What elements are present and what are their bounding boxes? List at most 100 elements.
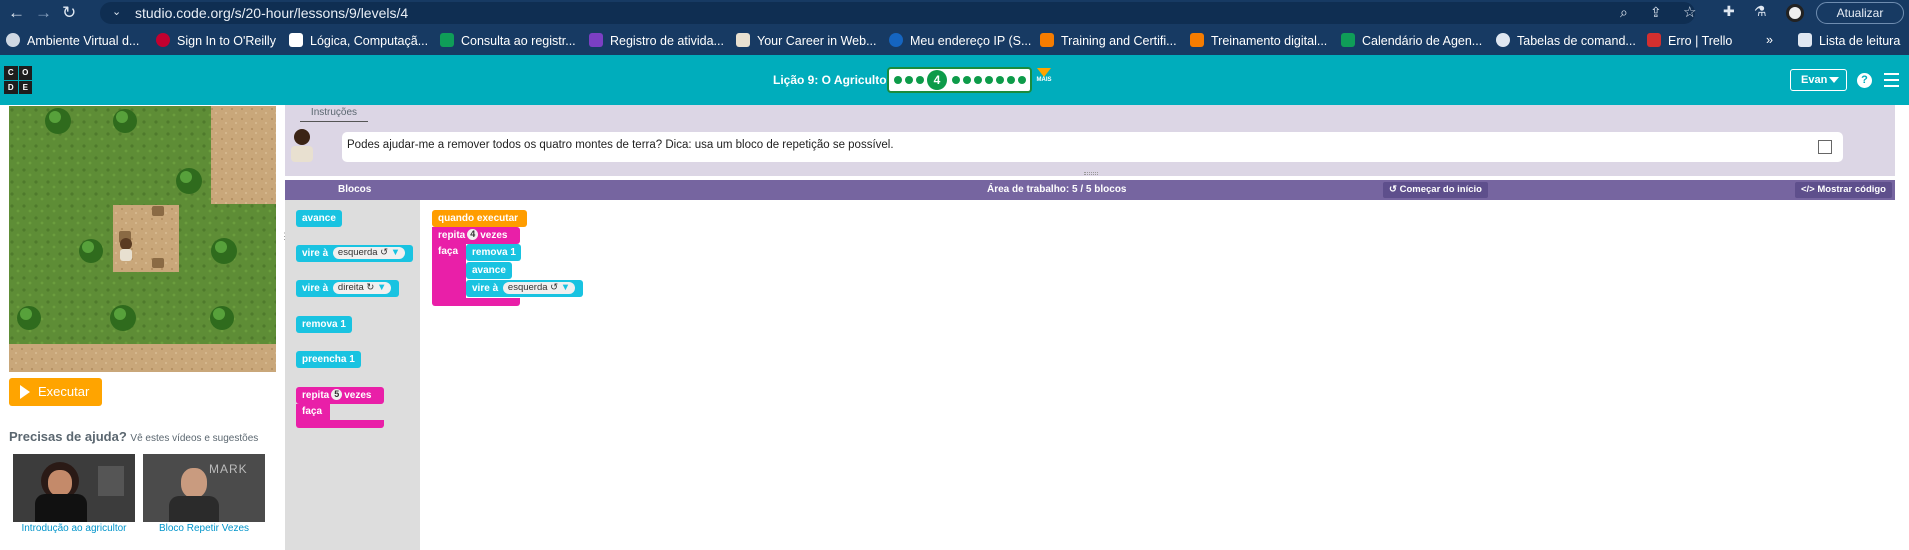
level-dot[interactable] bbox=[985, 76, 993, 84]
dropdown-arrow-icon: ▼ bbox=[560, 282, 571, 293]
level-dot[interactable] bbox=[1018, 76, 1026, 84]
odin-icon bbox=[736, 33, 750, 47]
hamburger-menu-icon[interactable] bbox=[1884, 73, 1899, 91]
bookmark-item[interactable]: Your Career in Web... bbox=[736, 33, 877, 48]
direction-dropdown[interactable]: esquerda ↺ ▼ bbox=[502, 282, 576, 294]
dirt-pile bbox=[152, 206, 164, 216]
run-button[interactable]: Executar bbox=[9, 378, 102, 406]
update-button[interactable]: Atualizar bbox=[1816, 2, 1904, 24]
chevron-down-icon bbox=[1037, 68, 1051, 77]
user-menu-button[interactable]: Evan bbox=[1790, 69, 1847, 91]
code-icon: </> bbox=[1801, 184, 1818, 195]
toolbox-block-fill[interactable]: preencha 1 bbox=[296, 351, 361, 368]
toolbox-block-turn-right[interactable]: vire à direita ↻ ▼ bbox=[296, 280, 400, 297]
code-org-logo[interactable]: C O D E bbox=[4, 66, 32, 94]
farmer-avatar bbox=[289, 127, 315, 163]
video-caption[interactable]: Introdução ao agricultor bbox=[13, 523, 135, 534]
more-levels[interactable]: MAIS bbox=[1035, 68, 1053, 83]
bookmark-item[interactable]: Meu endereço IP (S... bbox=[889, 33, 1031, 48]
bookmarks-overflow[interactable]: » bbox=[1766, 33, 1773, 47]
toolbox-label: Blocos bbox=[338, 184, 372, 195]
sheets-icon bbox=[1341, 33, 1355, 47]
labs-icon[interactable]: ⚗ bbox=[1754, 3, 1767, 20]
video-thumbnail[interactable] bbox=[13, 454, 135, 522]
level-progress: 4 bbox=[887, 67, 1032, 93]
direction-dropdown[interactable]: esquerda ↺ ▼ bbox=[332, 247, 406, 259]
reading-list[interactable]: Lista de leitura bbox=[1798, 33, 1900, 48]
help-heading: Precisas de ajuda? Vê estes vídeos e sug… bbox=[9, 429, 259, 444]
instructions-text: Podes ajudar-me a remover todos os quatr… bbox=[347, 139, 894, 151]
dirt-path bbox=[211, 106, 276, 204]
show-code-button[interactable]: </> Mostrar código bbox=[1795, 182, 1892, 198]
bookmark-item[interactable]: Calendário de Agen... bbox=[1341, 33, 1482, 48]
notion-icon bbox=[289, 33, 303, 47]
caret-down-icon bbox=[1829, 77, 1839, 83]
start-over-button[interactable]: ↺ Começar do início bbox=[1383, 182, 1488, 198]
level-dot[interactable] bbox=[996, 76, 1004, 84]
bookmarks-bar: Ambiente Virtual d... Sign In to O'Reill… bbox=[0, 26, 1909, 55]
forward-icon[interactable]: → bbox=[35, 3, 52, 23]
level-dot[interactable] bbox=[894, 76, 902, 84]
reload-icon[interactable]: ↻ bbox=[62, 3, 76, 23]
site-settings-icon[interactable]: ⌄ bbox=[112, 5, 121, 18]
current-level-dot[interactable]: 4 bbox=[927, 70, 947, 90]
level-dot[interactable] bbox=[952, 76, 960, 84]
toolbox-block-repeat[interactable]: repita 5 vezes faça bbox=[296, 387, 384, 428]
program-block-turn-left[interactable]: vire à esquerda ↺ ▼ bbox=[466, 280, 584, 297]
toolbox-block-forward[interactable]: avance bbox=[296, 210, 342, 227]
bookmark-item[interactable]: Treinamento digital... bbox=[1190, 33, 1327, 48]
bookmark-item[interactable]: Training and Certifi... bbox=[1040, 33, 1177, 48]
game-canvas bbox=[9, 106, 276, 372]
zoom-icon[interactable]: ⌕ bbox=[1620, 4, 1628, 21]
extensions-icon[interactable]: ✚ bbox=[1723, 3, 1735, 20]
bookmark-star-icon[interactable]: ☆ bbox=[1683, 3, 1696, 21]
profile-avatar[interactable] bbox=[1786, 4, 1804, 22]
back-icon[interactable]: ← bbox=[8, 3, 25, 23]
program-block-forward[interactable]: avance bbox=[466, 262, 512, 279]
level-dot[interactable] bbox=[916, 76, 924, 84]
workspace-title: Área de trabalho: 5 / 5 blocos bbox=[987, 184, 1127, 195]
splitter-handle[interactable]: ⋮ bbox=[280, 231, 289, 242]
toolbox-block-turn-left[interactable]: vire à esquerda ↺ ▼ bbox=[296, 245, 414, 262]
when-run-block[interactable]: quando executar bbox=[432, 210, 527, 227]
bookmark-item[interactable]: Tabelas de comand... bbox=[1496, 33, 1636, 48]
oreilly-icon bbox=[156, 33, 170, 47]
code-workspace[interactable] bbox=[421, 200, 1895, 550]
lesson-title[interactable]: Lição 9: O Agricultor bbox=[773, 73, 891, 87]
dropdown-arrow-icon: ▼ bbox=[377, 282, 387, 293]
video-thumbnail[interactable]: MARK bbox=[143, 454, 265, 522]
sheets-icon bbox=[440, 33, 454, 47]
ip-icon bbox=[889, 33, 903, 47]
aws-icon bbox=[1190, 33, 1204, 47]
play-icon bbox=[20, 385, 30, 399]
trello-icon bbox=[1647, 33, 1661, 47]
instructions-tab[interactable]: Instruções bbox=[300, 107, 368, 122]
farm-grid bbox=[9, 106, 276, 372]
dirt-pile bbox=[152, 258, 164, 268]
level-dot[interactable] bbox=[905, 76, 913, 84]
help-icon[interactable]: ? bbox=[1857, 73, 1872, 88]
bookmark-item[interactable]: Ambiente Virtual d... bbox=[6, 33, 139, 48]
bookmark-item[interactable]: Lógica, Computaçã... bbox=[289, 33, 428, 48]
bookmark-item[interactable]: Registro de ativida... bbox=[589, 33, 724, 48]
reading-list-icon bbox=[1798, 33, 1812, 47]
bookmark-item[interactable]: Sign In to O'Reilly bbox=[156, 33, 276, 48]
repeat-count-field[interactable]: 4 bbox=[467, 229, 479, 240]
dropdown-arrow-icon: ▼ bbox=[390, 247, 401, 258]
direction-dropdown[interactable]: direita ↻ ▼ bbox=[332, 282, 392, 294]
video-caption[interactable]: Bloco Repetir Vezes bbox=[143, 523, 265, 534]
share-icon[interactable]: ⇪ bbox=[1650, 4, 1662, 21]
level-dot[interactable] bbox=[974, 76, 982, 84]
workspace-header: Blocos Área de trabalho: 5 / 5 blocos ↺ … bbox=[285, 180, 1895, 200]
bookmark-item[interactable]: Erro | Trello bbox=[1647, 33, 1732, 48]
resize-handle[interactable] bbox=[1084, 172, 1098, 175]
url-text[interactable]: studio.code.org/s/20-hour/lessons/9/leve… bbox=[135, 5, 408, 21]
toolbox-block-remove[interactable]: remova 1 bbox=[296, 316, 352, 333]
repeat-count-field[interactable]: 5 bbox=[331, 389, 343, 400]
level-dot[interactable] bbox=[1007, 76, 1015, 84]
dirt-path bbox=[9, 344, 276, 372]
program-block-remove[interactable]: remova 1 bbox=[466, 244, 521, 261]
level-dot[interactable] bbox=[963, 76, 971, 84]
bookmark-item[interactable]: Consulta ao registr... bbox=[440, 33, 576, 48]
collapse-instructions-icon[interactable] bbox=[1818, 140, 1832, 154]
